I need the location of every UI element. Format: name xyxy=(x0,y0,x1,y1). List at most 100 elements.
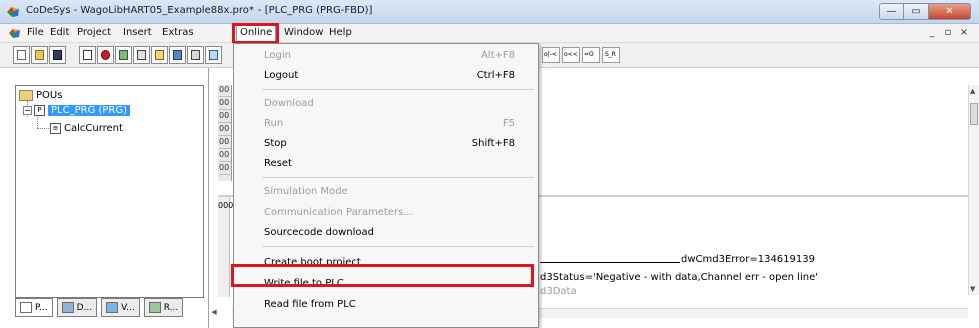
tab-label: V... xyxy=(121,302,135,313)
menu-separator xyxy=(262,177,534,178)
tree-item-pous[interactable]: POUs xyxy=(19,88,62,102)
function-block-icon: ≡ xyxy=(50,122,61,134)
insert-negated-contact-label: o<< xyxy=(564,51,578,58)
tab-visualizations[interactable]: V... xyxy=(101,298,140,317)
insert-coil-label: =O xyxy=(584,51,594,58)
step-icon xyxy=(119,50,128,60)
menu-item-download[interactable]: Download xyxy=(234,93,538,113)
maximize-button[interactable]: ▭ xyxy=(904,3,929,20)
menu-edit[interactable]: Edit xyxy=(50,27,69,38)
new-file-icon xyxy=(17,50,26,60)
menu-item-label: Login xyxy=(264,50,291,61)
breakpoint-button[interactable] xyxy=(133,46,150,64)
gutter-line-number: 00 xyxy=(219,163,231,175)
menu-item-communication-parameters[interactable]: Communication Parameters... xyxy=(234,202,538,222)
window-title: CoDeSys - WagoLibHART05_Example88x.pro* -… xyxy=(26,5,372,16)
login-icon xyxy=(83,50,92,60)
tree-item-label: CalcCurrent xyxy=(64,122,123,134)
menu-extras[interactable]: Extras xyxy=(162,27,194,38)
tree-item-plc-prg[interactable]: − P PLC_PRG (PRG) xyxy=(23,103,131,117)
login-button[interactable] xyxy=(79,46,96,64)
menu-bar: File Edit Project Insert Extras Online W… xyxy=(0,24,979,43)
save-button[interactable] xyxy=(49,46,66,64)
tab-resources[interactable]: R... xyxy=(143,298,184,317)
menu-item-reset[interactable]: Reset xyxy=(234,153,538,173)
resources-tab-icon xyxy=(148,302,161,313)
minimize-button[interactable]: — xyxy=(879,3,904,20)
open-file-button[interactable] xyxy=(31,46,48,64)
codesys-app-icon xyxy=(7,7,19,17)
gutter-line-number: 00 xyxy=(219,150,231,162)
data-output-variable[interactable]: d3Data xyxy=(540,286,577,297)
window-controls: — ▭ ✕ xyxy=(879,3,971,20)
menu-insert[interactable]: Insert xyxy=(123,27,152,38)
set-reset-label: S_R xyxy=(605,51,616,58)
insert-coil-button[interactable]: =O xyxy=(582,47,600,63)
folder-icon xyxy=(19,89,33,101)
menu-window[interactable]: Window xyxy=(284,27,323,38)
print-button[interactable] xyxy=(187,46,204,64)
gutter-line-number: 00 xyxy=(219,137,231,149)
menu-item-shortcut: Alt+F8 xyxy=(480,50,515,61)
insert-negated-contact-button[interactable]: o<< xyxy=(562,47,580,63)
tab-label: P... xyxy=(35,302,48,313)
menu-item-shortcut: F5 xyxy=(502,118,515,129)
menu-item-label: Stop xyxy=(264,138,287,149)
scroll-down-arrow-icon[interactable]: ▼ xyxy=(970,285,975,293)
menu-item-simulation-mode[interactable]: Simulation Mode xyxy=(234,181,538,201)
watch-button[interactable] xyxy=(151,46,168,64)
gutter-line-number: 00 xyxy=(219,85,231,97)
title-bar: CoDeSys - WagoLibHART05_Example88x.pro* -… xyxy=(0,0,979,24)
create-boot-project-highlight-box xyxy=(231,264,534,287)
tab-data-types[interactable]: D... xyxy=(56,298,98,317)
pou-tree-panel: POUs − P PLC_PRG (PRG) ≡ CalcCurrent xyxy=(15,85,204,298)
network-number: 000 xyxy=(218,201,234,210)
menu-item-logout[interactable]: Logout Ctrl+F8 xyxy=(234,65,538,85)
menu-file[interactable]: File xyxy=(27,27,44,38)
document-close-button[interactable]: × xyxy=(957,26,971,40)
output-wire xyxy=(540,262,680,263)
gutter-line-number: 00 xyxy=(219,98,231,110)
menu-item-label: Logout xyxy=(264,70,299,81)
menu-item-shortcut: Ctrl+F8 xyxy=(476,70,515,81)
gutter-line-number: 00 xyxy=(219,124,231,136)
set-reset-button[interactable]: S_R xyxy=(602,47,620,63)
document-minimize-button[interactable]: _ xyxy=(925,26,939,40)
menu-item-stop[interactable]: Stop Shift+F8 xyxy=(234,133,538,153)
error-output-variable[interactable]: dwCmd3Error=134619139 xyxy=(681,254,815,265)
new-file-button[interactable] xyxy=(13,46,30,64)
menu-project[interactable]: Project xyxy=(77,27,111,38)
scroll-up-arrow-icon[interactable]: ▲ xyxy=(970,87,975,95)
tree-connector xyxy=(37,128,49,129)
close-button[interactable]: ✕ xyxy=(929,3,971,20)
vertical-scroll-thumb[interactable] xyxy=(970,103,978,125)
object-organizer-tabs: P... D... V... R... xyxy=(15,298,184,318)
menu-item-label: Download xyxy=(264,98,314,109)
menu-item-read-file-from-plc[interactable]: Read file from PLC xyxy=(234,294,538,314)
run-stop-button[interactable] xyxy=(97,46,114,64)
declaration-line-gutter: 00 00 00 00 00 00 00 xyxy=(218,85,232,181)
document-system-icon[interactable] xyxy=(8,27,22,40)
print-icon xyxy=(191,50,200,60)
status-output-variable[interactable]: d3Status='Negative - with data,Channel e… xyxy=(540,272,818,283)
document-restore-button[interactable]: ▫ xyxy=(941,26,955,40)
find-icon xyxy=(209,50,218,60)
monitor-button[interactable] xyxy=(169,46,186,64)
tab-label: D... xyxy=(76,302,93,313)
menu-help[interactable]: Help xyxy=(329,27,352,38)
insert-contact-button[interactable]: o|-< xyxy=(542,47,560,63)
menu-item-shortcut: Shift+F8 xyxy=(471,138,515,149)
tree-item-calccurrent[interactable]: ≡ CalcCurrent xyxy=(50,121,123,135)
tab-pous[interactable]: P... xyxy=(15,298,53,317)
step-button[interactable] xyxy=(115,46,132,64)
menu-item-label: Run xyxy=(264,118,284,129)
scroll-left-arrow-icon[interactable]: ◀ xyxy=(209,308,219,318)
menu-item-run[interactable]: Run F5 xyxy=(234,113,538,133)
online-menu-highlight-box xyxy=(232,23,279,44)
menu-item-login[interactable]: Login Alt+F8 xyxy=(234,45,538,65)
menu-item-sourcecode-download[interactable]: Sourcecode download xyxy=(234,222,538,242)
find-button[interactable] xyxy=(205,46,222,64)
collapse-toggle-icon[interactable]: − xyxy=(23,105,32,115)
vertical-scrollbar[interactable]: ▲ ▼ xyxy=(968,85,979,295)
stop-sign-icon xyxy=(101,50,110,60)
